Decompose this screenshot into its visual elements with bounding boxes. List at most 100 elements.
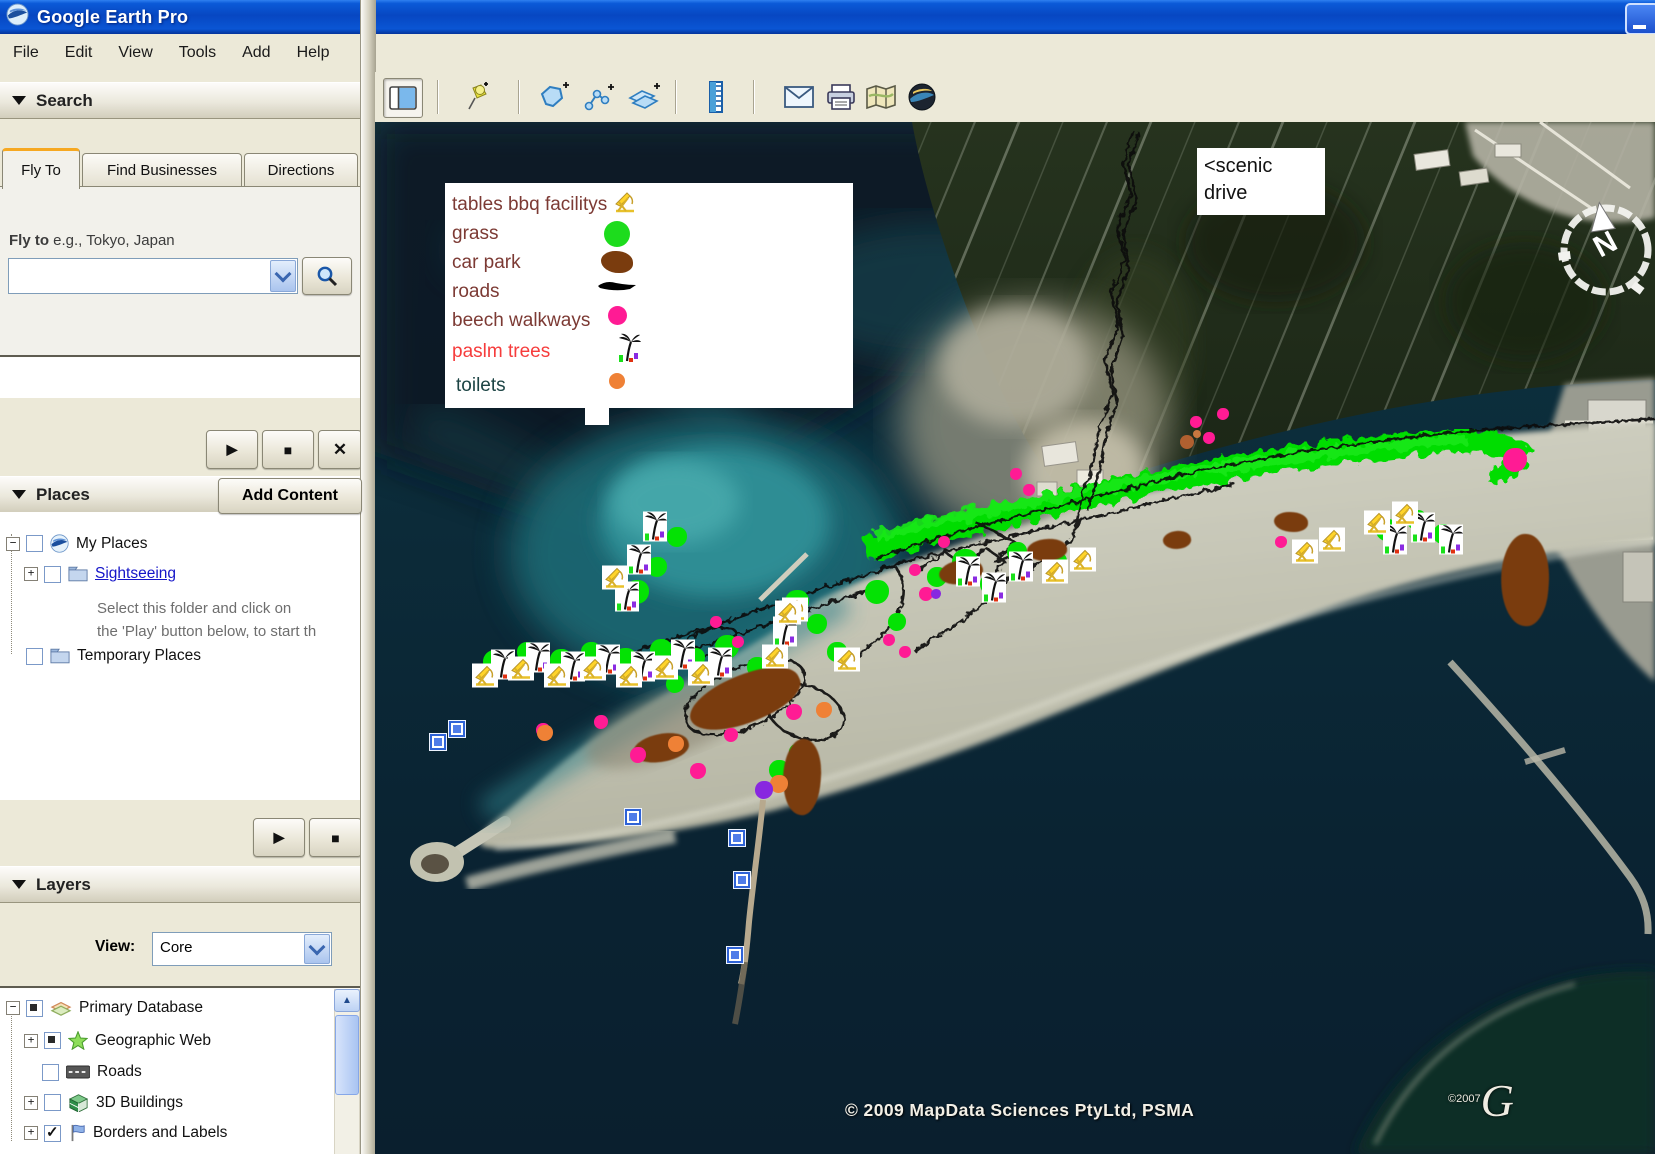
earth-icon bbox=[907, 82, 937, 112]
combo-dropdown-button[interactable] bbox=[304, 934, 330, 964]
bbq-table-placemark[interactable] bbox=[472, 664, 498, 693]
vertex-handle[interactable] bbox=[727, 947, 743, 963]
bbq-table-placemark[interactable] bbox=[602, 566, 628, 595]
add-polygon-button[interactable] bbox=[535, 78, 573, 116]
scenic-drive-label[interactable]: <scenic drive bbox=[1197, 148, 1325, 215]
bbq-table-placemark[interactable] bbox=[1070, 548, 1096, 577]
tree-row-borders-labels[interactable]: + Borders and Labels bbox=[24, 1123, 227, 1143]
tree-row-my-places[interactable]: − My Places bbox=[6, 534, 148, 553]
ruler-button[interactable] bbox=[697, 78, 735, 116]
satellite-map[interactable]: tables bbq facilitys grass car park road… bbox=[375, 122, 1655, 1154]
print-button[interactable] bbox=[822, 78, 860, 116]
menu-tools[interactable]: Tools bbox=[166, 38, 229, 68]
vertex-handle[interactable] bbox=[449, 721, 465, 737]
collapse-expander-icon[interactable]: − bbox=[6, 537, 20, 551]
vertex-handle[interactable] bbox=[430, 734, 446, 750]
primary-database-checkbox[interactable] bbox=[26, 1000, 43, 1017]
scrollbar-thumb[interactable] bbox=[335, 1015, 359, 1095]
places-stop-tour-button[interactable]: ■ bbox=[309, 818, 362, 857]
temporary-places-checkbox[interactable] bbox=[26, 648, 43, 665]
tab-fly-to[interactable]: Fly To bbox=[2, 148, 80, 189]
places-play-tour-button[interactable]: ▶ bbox=[253, 818, 305, 857]
geographic-web-checkbox[interactable] bbox=[44, 1032, 61, 1049]
search-play-tour-button[interactable]: ▶ bbox=[206, 430, 258, 469]
tab-directions[interactable]: Directions bbox=[244, 153, 358, 187]
fly-to-combobox[interactable] bbox=[8, 258, 298, 294]
bbq-table-placemark[interactable] bbox=[1042, 560, 1068, 589]
tab-find-businesses[interactable]: Find Businesses bbox=[82, 153, 242, 187]
tree-row-3d-buildings[interactable]: + 3D Buildings bbox=[24, 1093, 183, 1112]
buildings-checkbox[interactable] bbox=[44, 1094, 61, 1111]
expand-expander-icon[interactable]: + bbox=[24, 1034, 38, 1048]
menu-add[interactable]: Add bbox=[229, 38, 283, 68]
bbq-table-placemark[interactable] bbox=[1319, 528, 1345, 557]
add-image-overlay-button[interactable] bbox=[625, 78, 663, 116]
collapse-expander-icon[interactable]: − bbox=[6, 1001, 20, 1015]
add-content-button[interactable]: Add Content bbox=[218, 478, 362, 514]
sightseeing-link[interactable]: Sightseeing bbox=[95, 565, 176, 583]
earth-button[interactable] bbox=[903, 78, 941, 116]
bbq-table-placemark[interactable] bbox=[1292, 540, 1318, 569]
search-go-button[interactable] bbox=[302, 257, 352, 295]
expand-expander-icon[interactable]: + bbox=[24, 567, 38, 581]
layers-panel-header[interactable]: Layers bbox=[0, 866, 360, 903]
search-clear-button[interactable]: ✕ bbox=[318, 430, 362, 469]
fly-to-input[interactable] bbox=[10, 260, 271, 292]
email-button[interactable] bbox=[780, 78, 818, 116]
bbq-table-placemark[interactable] bbox=[688, 662, 714, 691]
vertex-handle[interactable] bbox=[625, 809, 641, 825]
add-placemark-button[interactable] bbox=[457, 78, 495, 116]
combo-dropdown-button[interactable] bbox=[270, 260, 296, 292]
tree-row-temporary-places[interactable]: Temporary Places bbox=[26, 647, 201, 665]
roads-checkbox[interactable] bbox=[42, 1064, 59, 1081]
palm-tree-placemark[interactable] bbox=[982, 573, 1006, 608]
vertex-handle[interactable] bbox=[729, 830, 745, 846]
purple-dot bbox=[755, 781, 773, 799]
tree-row-sightseeing[interactable]: + Sightseeing bbox=[24, 565, 176, 583]
ruler-icon bbox=[709, 81, 723, 113]
stop-icon: ■ bbox=[331, 830, 339, 846]
palm-tree-placemark[interactable] bbox=[1009, 552, 1033, 587]
palm-tree-placemark[interactable] bbox=[956, 557, 980, 592]
search-panel-header[interactable]: Search bbox=[0, 82, 360, 119]
borders-labels-checkbox[interactable] bbox=[44, 1125, 61, 1142]
compass-rose[interactable]: N bbox=[1558, 200, 1654, 300]
tree-row-primary-database[interactable]: − Primary Database bbox=[6, 999, 203, 1017]
expand-expander-icon[interactable]: + bbox=[24, 1096, 38, 1110]
minimize-button[interactable] bbox=[1625, 3, 1655, 35]
layers-view-combobox[interactable]: Core bbox=[152, 932, 332, 966]
legend-label: beech walkways bbox=[452, 310, 590, 332]
menu-help[interactable]: Help bbox=[284, 38, 343, 68]
menu-file[interactable]: File bbox=[0, 38, 52, 68]
temporary-places-label: Temporary Places bbox=[77, 647, 201, 665]
bbq-table-placemark[interactable] bbox=[775, 601, 801, 630]
sightseeing-checkbox[interactable] bbox=[44, 566, 61, 583]
sidebar-toggle-button[interactable] bbox=[383, 78, 423, 118]
bbq-table-placemark[interactable] bbox=[1364, 511, 1390, 540]
bbq-table-placemark[interactable] bbox=[652, 656, 678, 685]
palm-tree-placemark[interactable] bbox=[627, 545, 651, 580]
bbq-table-placemark[interactable] bbox=[508, 657, 534, 686]
bbq-table-placemark[interactable] bbox=[580, 657, 606, 686]
bbq-table-placemark[interactable] bbox=[1392, 502, 1418, 531]
title-bar[interactable]: Google Earth Pro bbox=[0, 0, 1655, 34]
bbq-table-placemark[interactable] bbox=[616, 664, 642, 693]
palm-tree-placemark[interactable] bbox=[643, 512, 667, 547]
add-path-button[interactable] bbox=[580, 78, 618, 116]
map-legend[interactable]: tables bbq facilitys grass car park road… bbox=[445, 183, 853, 408]
menu-view[interactable]: View bbox=[105, 38, 165, 68]
scrollbar-up-button[interactable]: ▲ bbox=[334, 989, 360, 1012]
menu-edit[interactable]: Edit bbox=[52, 38, 106, 68]
vertex-handle[interactable] bbox=[734, 872, 750, 888]
my-places-checkbox[interactable] bbox=[26, 535, 43, 552]
view-in-maps-button[interactable] bbox=[862, 78, 900, 116]
bbq-table-placemark[interactable] bbox=[834, 648, 860, 677]
tree-row-geographic-web[interactable]: + Geographic Web bbox=[24, 1031, 211, 1050]
bbq-table-placemark[interactable] bbox=[762, 645, 788, 674]
tree-row-roads[interactable]: Roads bbox=[42, 1063, 142, 1081]
bbq-table-placemark[interactable] bbox=[544, 664, 570, 693]
expand-expander-icon[interactable]: + bbox=[24, 1126, 38, 1140]
search-stop-tour-button[interactable]: ■ bbox=[262, 430, 314, 469]
palm-tree-placemark[interactable] bbox=[1439, 525, 1463, 560]
sidebar-resize-handle[interactable] bbox=[360, 0, 376, 1154]
